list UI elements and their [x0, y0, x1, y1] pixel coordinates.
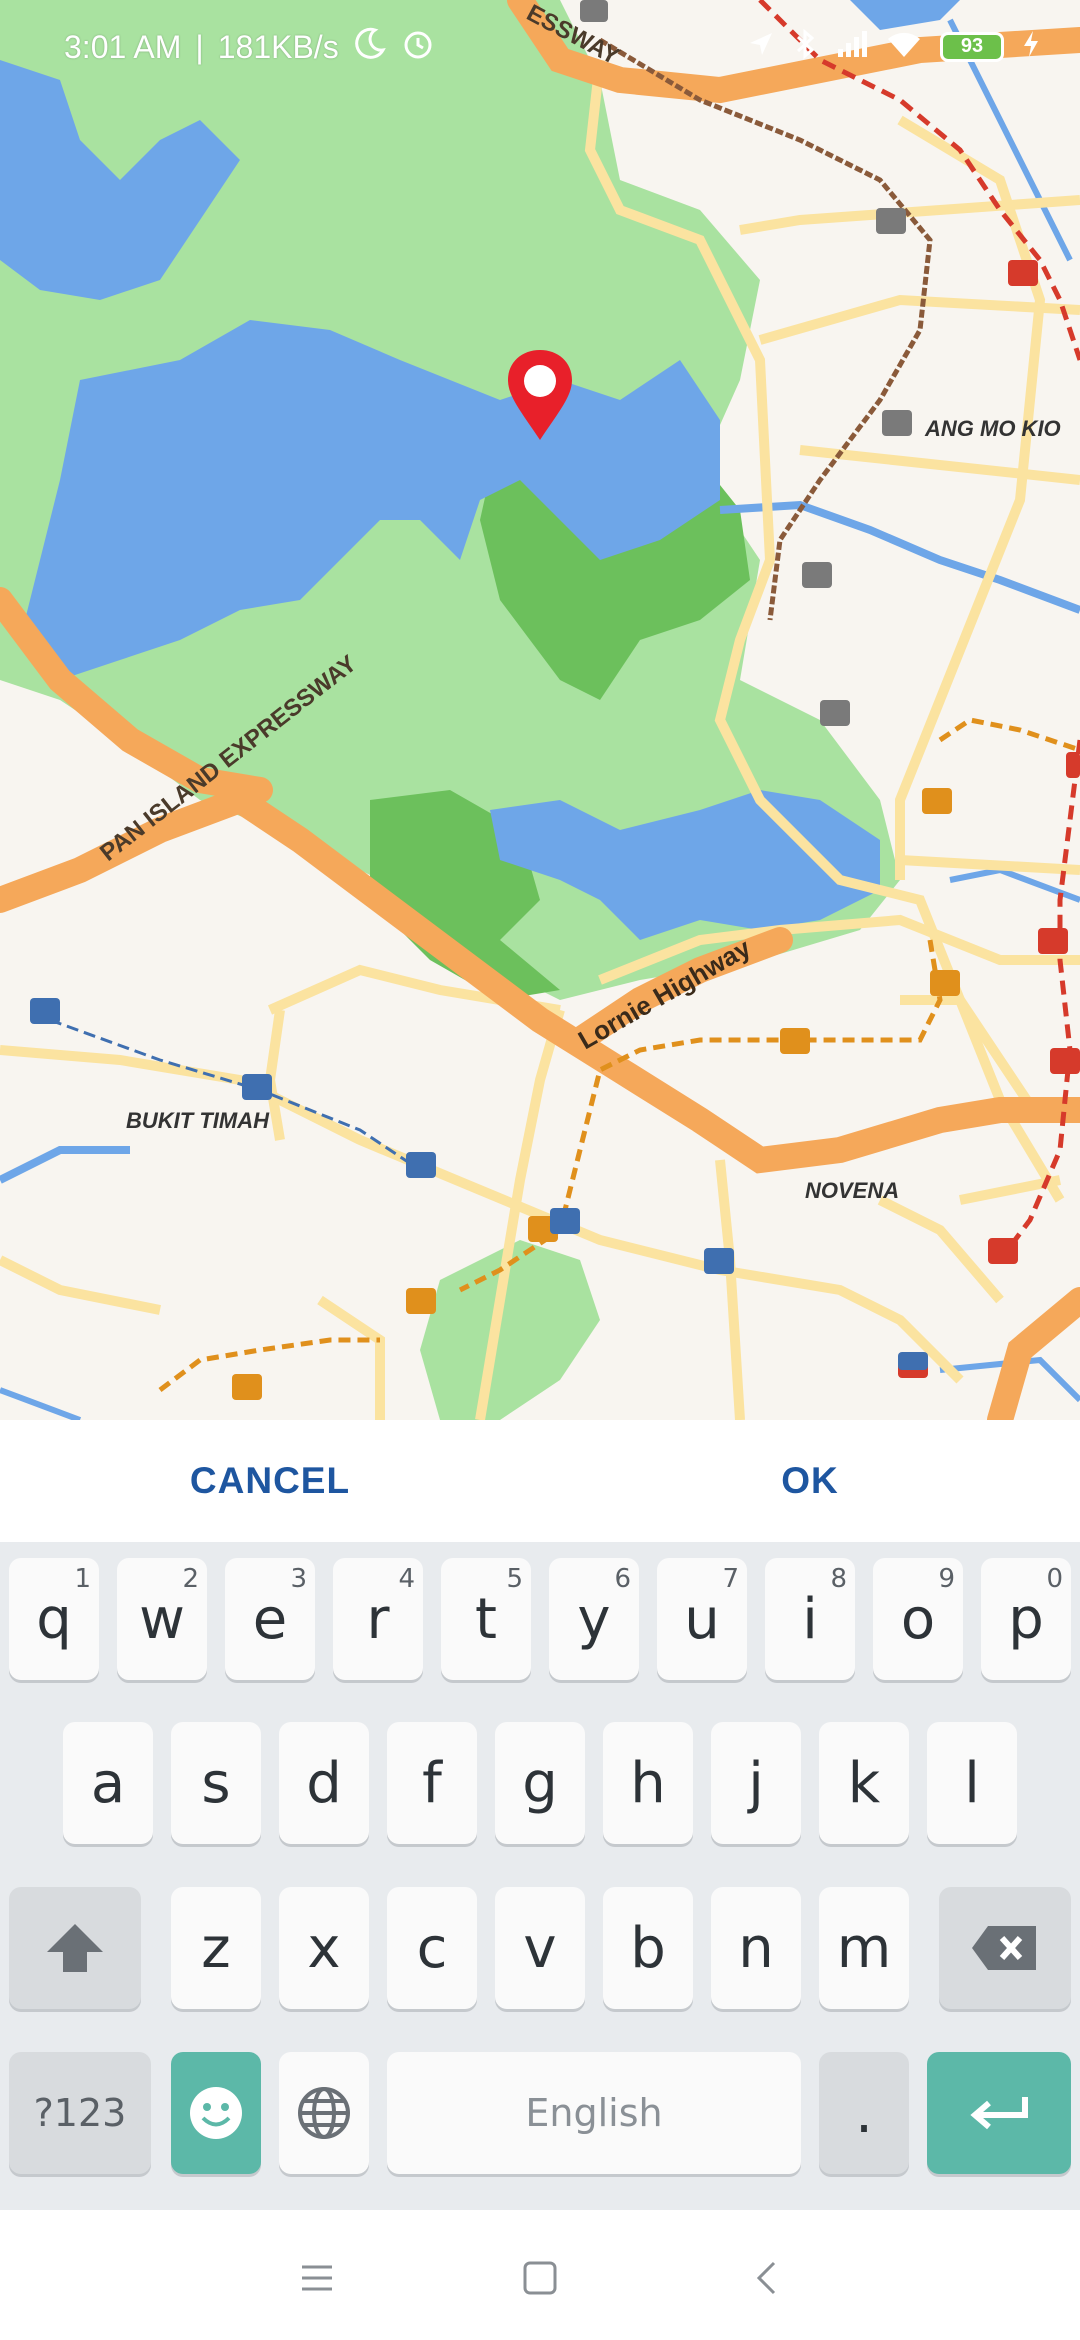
cancel-button[interactable]: CANCEL: [120, 1420, 420, 1542]
backspace-key[interactable]: [939, 1887, 1071, 2009]
menu-nav-button[interactable]: [287, 2248, 347, 2308]
key-e[interactable]: e3: [225, 1558, 315, 1680]
key-f[interactable]: f: [387, 1722, 477, 1844]
status-network-speed: 181KB/s: [217, 28, 339, 65]
globe-icon: [298, 2087, 350, 2139]
space-key[interactable]: English: [387, 2052, 801, 2174]
language-key[interactable]: [279, 2052, 369, 2174]
menu-icon: [302, 2265, 332, 2291]
key-r[interactable]: r4: [333, 1558, 423, 1680]
key-o[interactable]: o9: [873, 1558, 963, 1680]
status-time: 3:01 AM: [64, 28, 182, 65]
shift-key[interactable]: [9, 1887, 141, 2009]
key-d[interactable]: d: [279, 1722, 369, 1844]
key-h[interactable]: h: [603, 1722, 693, 1844]
shift-arrow-icon: [47, 1924, 103, 1972]
key-s[interactable]: s: [171, 1722, 261, 1844]
map-label-ang-mo-kio: ANG MO KIO: [924, 416, 1061, 441]
key-q[interactable]: q1: [9, 1558, 99, 1680]
map-canvas: ESSWAY ANG MO KIO PAN ISLAND EXPRESSWAY …: [0, 0, 1080, 1420]
home-nav-button[interactable]: [510, 2248, 570, 2308]
wifi-icon: [886, 29, 922, 64]
enter-arrow-icon: [970, 2097, 1028, 2130]
charging-icon: [1022, 29, 1040, 64]
ok-button[interactable]: OK: [710, 1420, 910, 1542]
key-k[interactable]: k: [819, 1722, 909, 1844]
key-x[interactable]: x: [279, 1887, 369, 2009]
key-m[interactable]: m: [819, 1887, 909, 2009]
back-nav-button[interactable]: [736, 2248, 796, 2308]
map-label-novena: NOVENA: [805, 1178, 899, 1203]
location-icon: [746, 29, 776, 64]
key-l[interactable]: l: [927, 1722, 1017, 1844]
home-square-icon: [523, 2261, 557, 2295]
alarm-icon: [401, 26, 435, 68]
period-key[interactable]: .: [819, 2052, 909, 2174]
key-t[interactable]: t5: [441, 1558, 531, 1680]
symbols-key[interactable]: ?123: [9, 2052, 151, 2174]
key-w[interactable]: w2: [117, 1558, 207, 1680]
soft-keyboard: q1 w2 e3 r4 t5 y6 u7 i8 o9 p0 a s d f g …: [0, 1542, 1080, 2210]
map-view[interactable]: ESSWAY ANG MO KIO PAN ISLAND EXPRESSWAY …: [0, 0, 1080, 1420]
signal-icon: [836, 29, 868, 64]
key-i[interactable]: i8: [765, 1558, 855, 1680]
enter-key[interactable]: [927, 2052, 1071, 2174]
bluetooth-icon: [794, 28, 818, 65]
key-v[interactable]: v: [495, 1887, 585, 2009]
key-n[interactable]: n: [711, 1887, 801, 2009]
emoji-icon: [190, 2087, 242, 2139]
key-p[interactable]: p0: [981, 1558, 1071, 1680]
key-a[interactable]: a: [63, 1722, 153, 1844]
key-j[interactable]: j: [711, 1722, 801, 1844]
key-b[interactable]: b: [603, 1887, 693, 2009]
key-z[interactable]: z: [171, 1887, 261, 2009]
back-chevron-icon: [756, 2261, 776, 2295]
status-bar: 3:01 AM | 181KB/s 93: [0, 0, 1080, 100]
key-g[interactable]: g: [495, 1722, 585, 1844]
map-label-bukit-timah: BUKIT TIMAH: [126, 1108, 270, 1133]
battery-icon: 93: [940, 31, 1004, 62]
backspace-icon: [972, 1926, 1036, 1970]
key-y[interactable]: y6: [549, 1558, 639, 1680]
emoji-key[interactable]: [171, 2052, 261, 2174]
dialog-button-bar: CANCEL OK: [0, 1420, 1080, 1542]
key-u[interactable]: u7: [657, 1558, 747, 1680]
moon-icon: [353, 26, 387, 68]
key-c[interactable]: c: [387, 1887, 477, 2009]
navigation-bar: [0, 2210, 1080, 2340]
